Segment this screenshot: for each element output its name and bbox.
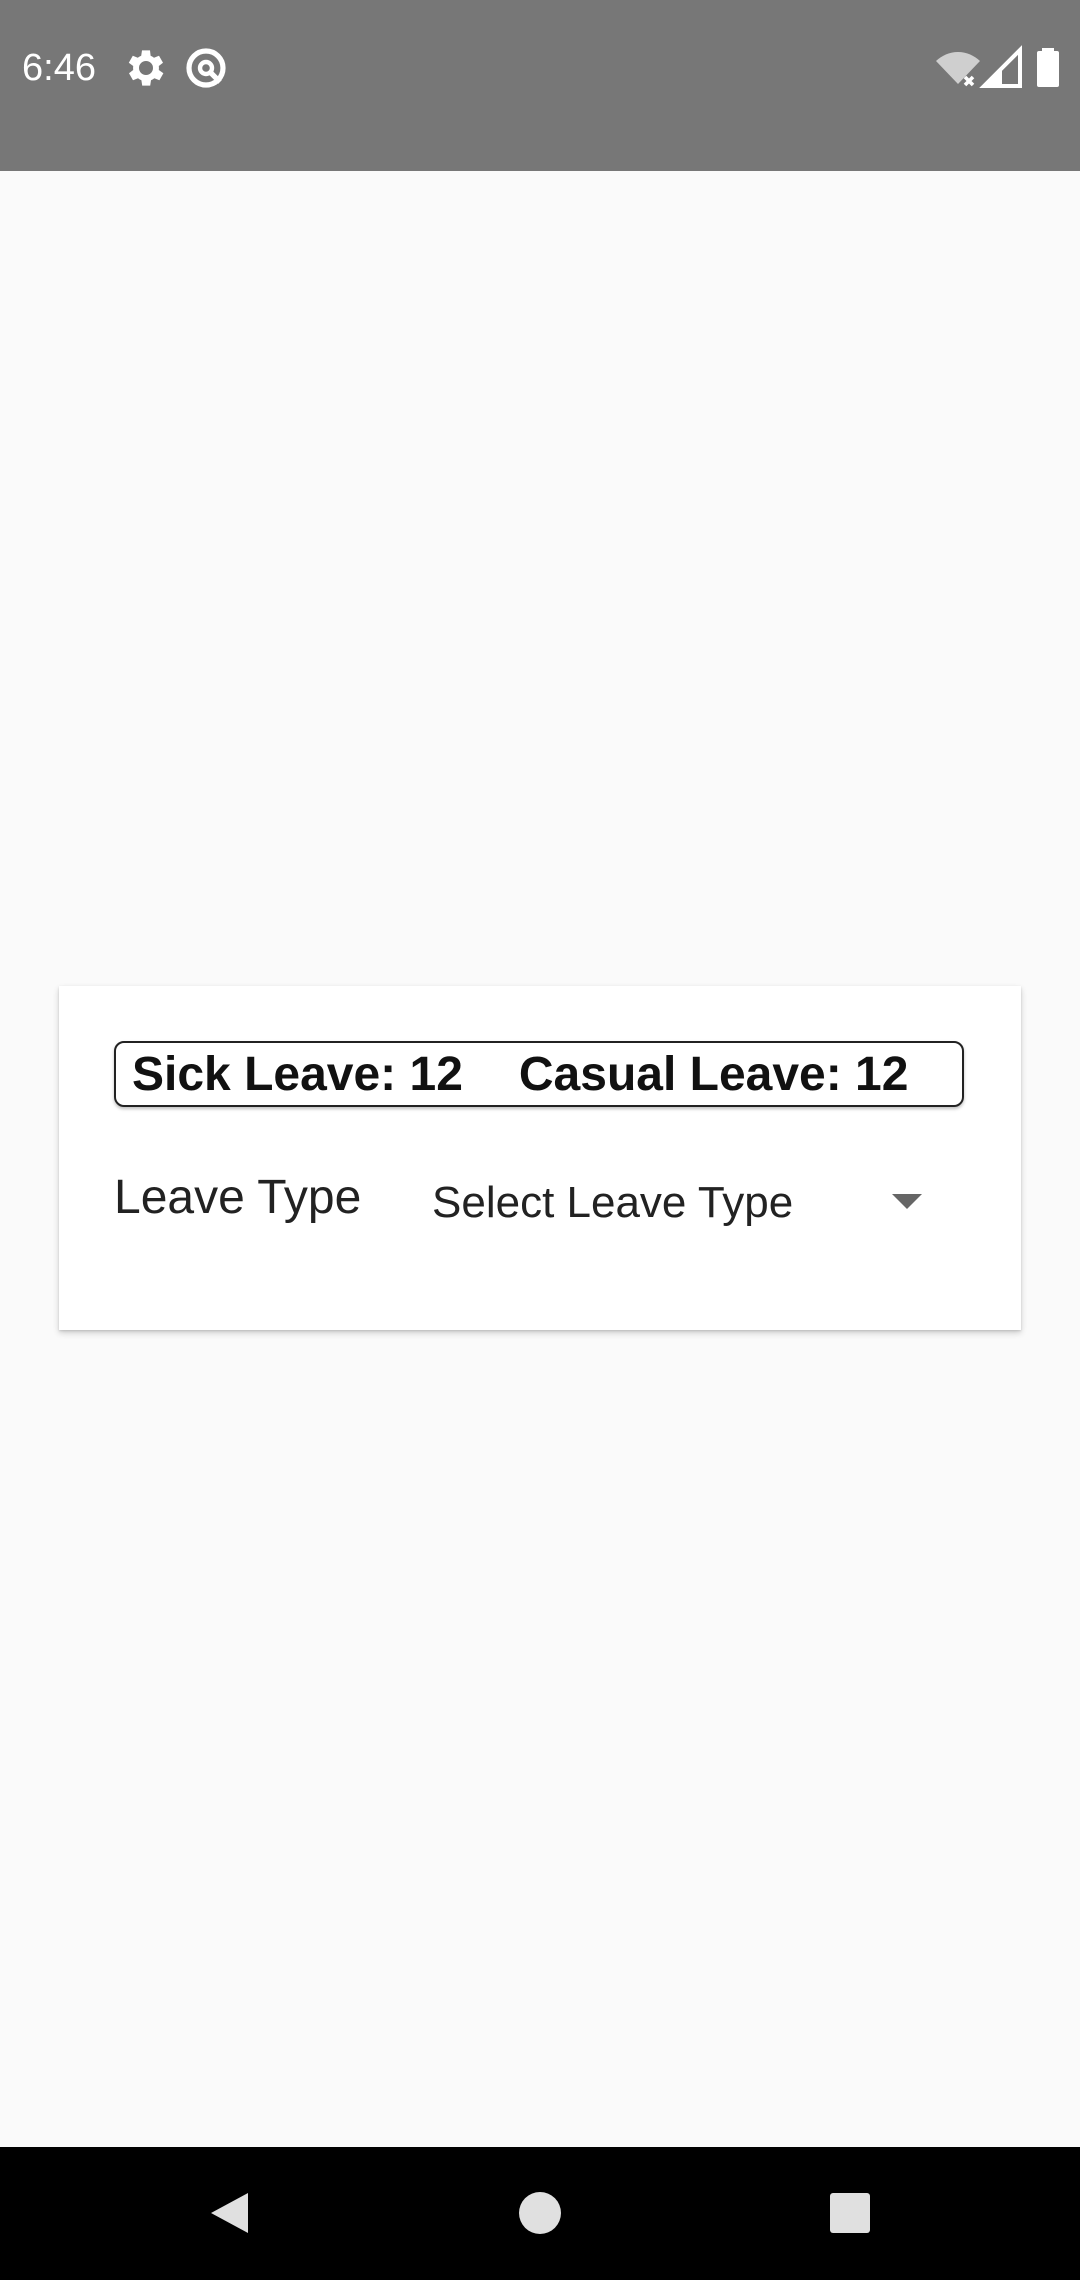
gear-icon [122,44,170,92]
casual-leave-balance: Casual Leave: 12 [518,1047,909,1101]
data-saver-icon [182,44,230,92]
back-icon[interactable] [188,2173,268,2253]
navigation-bar [0,2147,1080,2280]
leave-card: Sick Leave: 12 Casual Leave: 12 Leave Ty… [59,986,1021,1330]
leave-type-row: Leave Type Select Leave Type [114,1164,964,1244]
sick-leave-balance: Sick Leave: 12 [132,1047,463,1101]
battery-icon [1024,44,1072,92]
status-time: 6:46 [22,47,96,89]
dropdown-arrow-icon [892,1194,922,1209]
leave-type-label: Leave Type [114,1171,362,1224]
signal-icon [978,44,1026,92]
leave-type-selected-value: Select Leave Type [432,1178,794,1227]
status-bar: 6:46 [0,0,1080,171]
leave-balance-box: Sick Leave: 12 Casual Leave: 12 [114,1041,964,1107]
leave-type-dropdown[interactable]: Select Leave Type [432,1164,922,1244]
wifi-off-icon [934,44,982,92]
recents-icon[interactable] [810,2173,890,2253]
home-icon[interactable] [500,2173,580,2253]
